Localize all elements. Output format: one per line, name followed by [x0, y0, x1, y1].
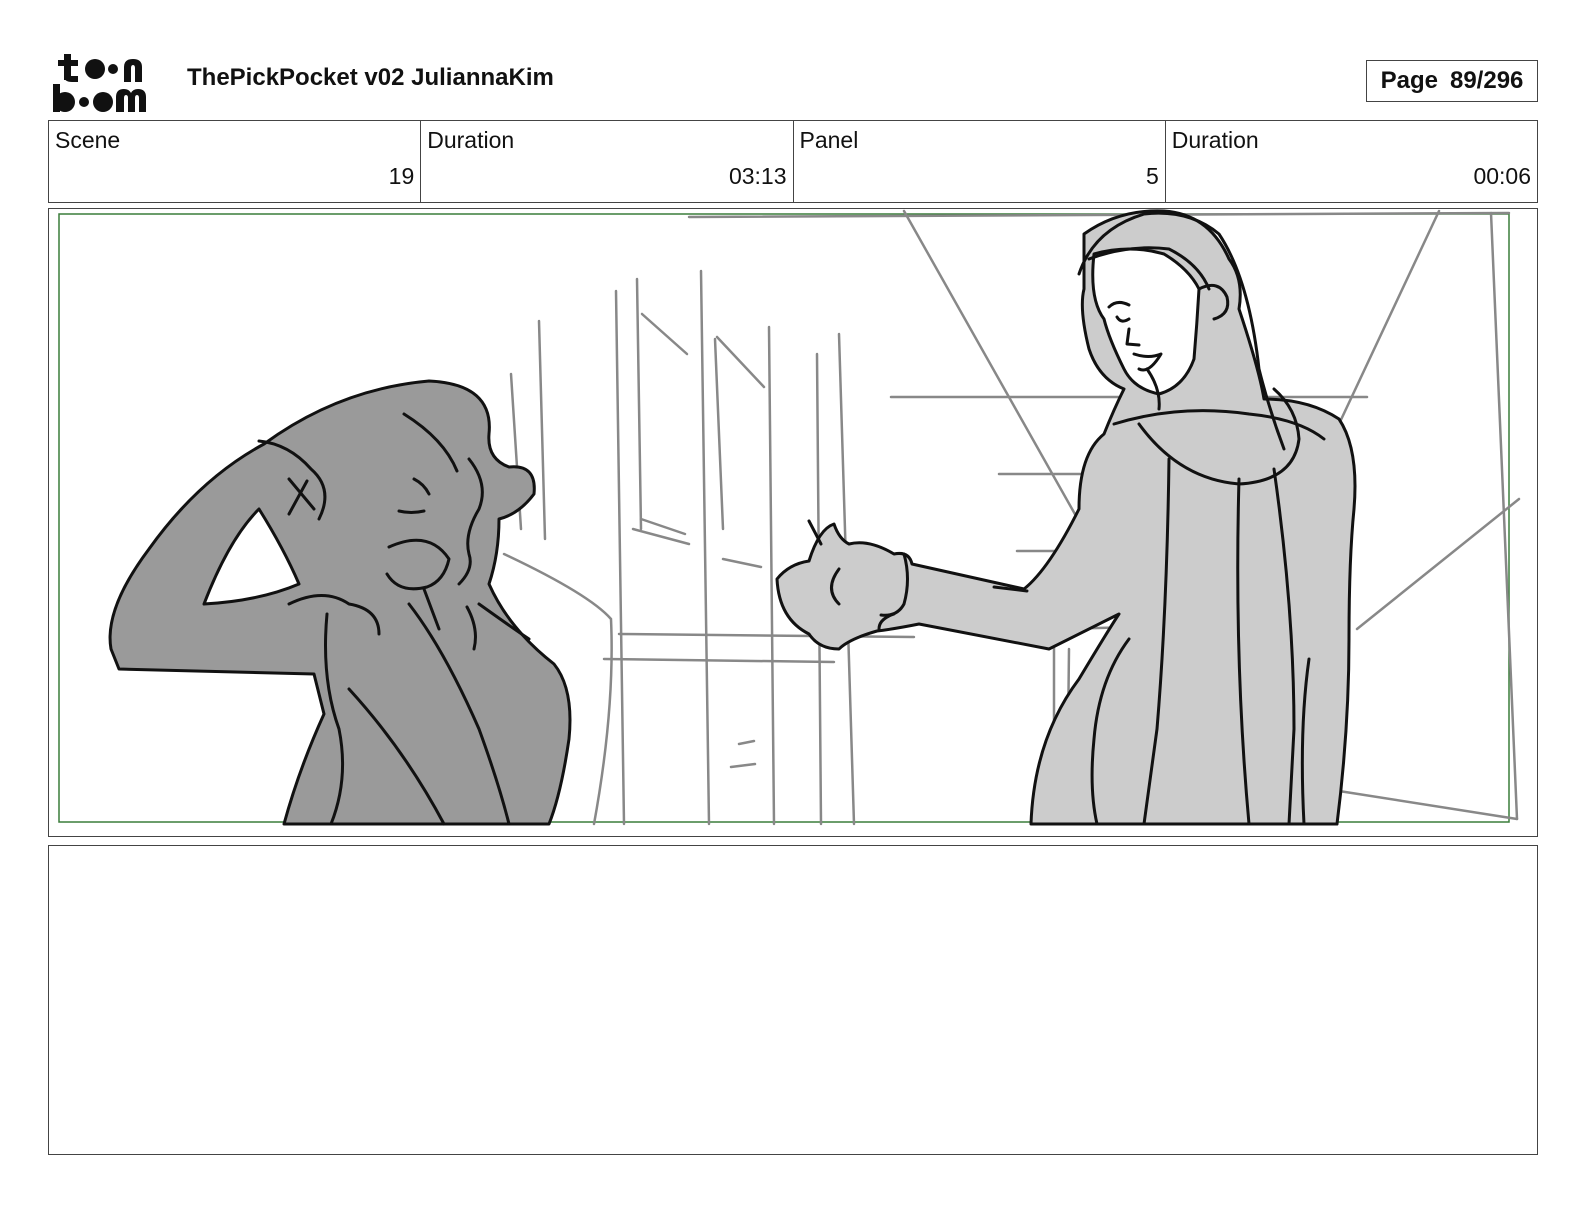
- page-label: Page: [1380, 67, 1438, 94]
- character-left: [108, 379, 572, 826]
- page-number: 89/296: [1449, 67, 1524, 94]
- background-sketch: [502, 209, 1521, 826]
- panel-label: Panel: [799, 127, 859, 153]
- scene-info-bar: Scene 19 Duration 03:13 Panel 5 Duration…: [48, 120, 1538, 203]
- panel-notes-area: [48, 845, 1538, 1155]
- storyboard-panel: [48, 208, 1538, 837]
- scene-cell: Scene 19: [49, 121, 422, 202]
- toon-boom-logo: [50, 50, 166, 114]
- scene-duration-value: 03:13: [728, 163, 787, 189]
- panel-value: 5: [1145, 163, 1159, 189]
- character-right: [775, 209, 1357, 826]
- panel-duration-label: Duration: [1171, 127, 1259, 153]
- scene-duration-label: Duration: [427, 127, 515, 153]
- page-indicator: Page 89/296: [1366, 60, 1538, 102]
- panel-duration-cell: Duration 00:06: [1166, 121, 1537, 202]
- scene-value: 19: [388, 163, 415, 189]
- document-title: ThePickPocket v02 JuliannaKim: [187, 64, 554, 91]
- panel-cell: Panel 5: [794, 121, 1166, 202]
- scene-duration-cell: Duration 03:13: [421, 121, 794, 202]
- panel-duration-value: 00:06: [1473, 163, 1531, 189]
- panel-sketch: [58, 209, 1521, 826]
- scene-label: Scene: [55, 127, 121, 153]
